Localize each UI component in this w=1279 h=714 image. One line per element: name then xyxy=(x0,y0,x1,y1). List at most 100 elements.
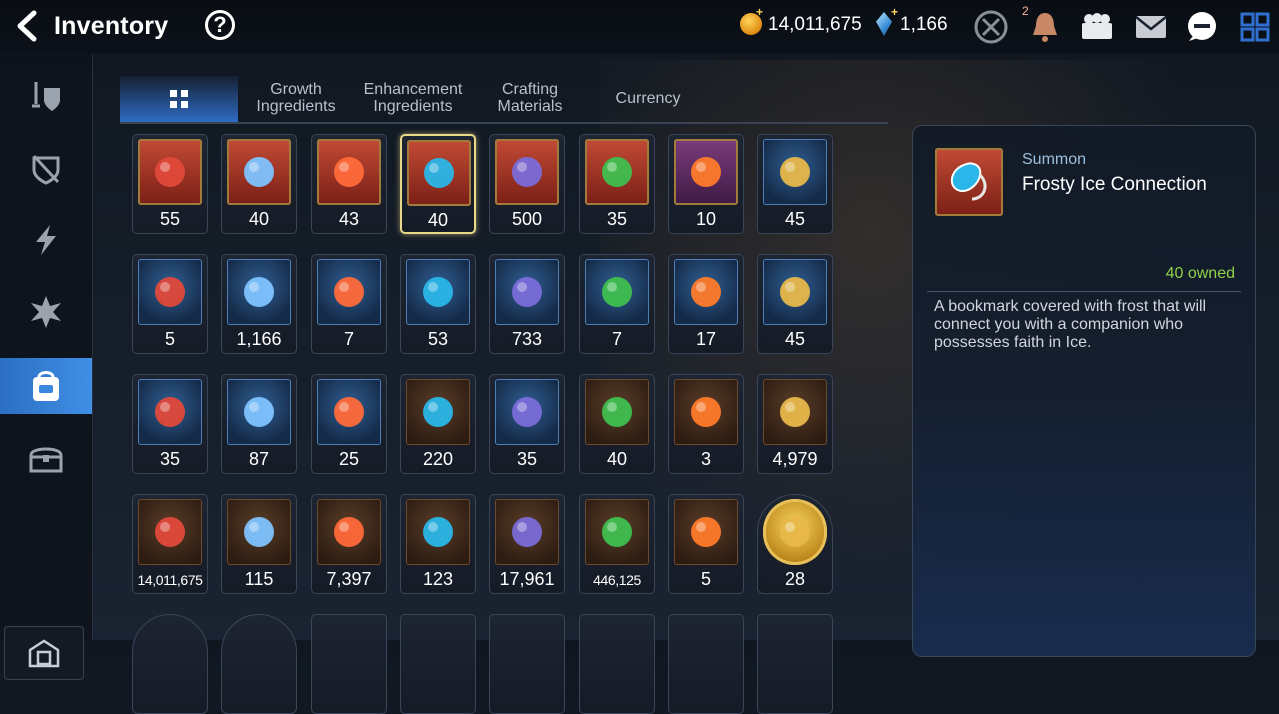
item-quantity: 14,011,675 xyxy=(137,572,203,588)
item-quantity: 220 xyxy=(422,449,454,469)
sidebar-item-equipment[interactable] xyxy=(0,68,92,124)
inventory-item[interactable]: 45 xyxy=(757,134,833,234)
sidebar-item-catalyst[interactable] xyxy=(0,212,92,268)
friends-icon[interactable] xyxy=(1078,8,1116,46)
inventory-item[interactable]: 35 xyxy=(579,134,655,234)
tab-currency[interactable]: Currency xyxy=(598,76,698,120)
inventory-item[interactable] xyxy=(579,614,655,714)
sidebar-item-rune[interactable] xyxy=(0,284,92,340)
item-quantity: 7,397 xyxy=(326,569,372,589)
item-quantity: 87 xyxy=(248,449,270,469)
inventory-item[interactable]: 17,961 xyxy=(489,494,565,594)
red-tulip-icon xyxy=(585,499,649,565)
lantern-icon xyxy=(763,139,827,205)
inventory-item[interactable]: 43 xyxy=(311,134,387,234)
inventory-item[interactable]: 5 xyxy=(668,494,744,594)
equipment-icon xyxy=(32,82,60,111)
inventory-item[interactable]: 1,166 xyxy=(221,254,297,354)
item-quantity: 17 xyxy=(695,329,717,349)
dark-ring-icon xyxy=(495,139,559,205)
inventory-item[interactable]: 35 xyxy=(489,374,565,474)
inventory-item[interactable]: 7,397 xyxy=(311,494,387,594)
item-quantity: 17,961 xyxy=(499,569,555,589)
inventory-item[interactable]: 115 xyxy=(221,494,297,594)
auto-battle-icon[interactable] xyxy=(972,8,1010,46)
back-arrow-icon[interactable] xyxy=(12,10,44,42)
inventory-item[interactable]: 53 xyxy=(400,254,476,354)
mail-icon[interactable] xyxy=(1132,8,1170,46)
purple-flame-icon xyxy=(138,259,202,325)
inventory-item[interactable]: 40 xyxy=(579,374,655,474)
inventory-item[interactable]: 17 xyxy=(668,254,744,354)
inventory-item[interactable]: 14,011,675 xyxy=(132,494,208,594)
inventory-item[interactable]: 40 xyxy=(221,134,297,234)
item-quantity: 1,166 xyxy=(236,329,282,349)
clover-icon xyxy=(674,499,738,565)
inventory-item[interactable]: 500 xyxy=(489,134,565,234)
inventory-item[interactable] xyxy=(132,614,208,714)
item-quantity: 4,979 xyxy=(772,449,818,469)
inventory-item[interactable]: 35 xyxy=(132,374,208,474)
inventory-item[interactable]: 40 xyxy=(400,134,476,234)
rune-icon xyxy=(31,296,61,328)
inventory-item[interactable]: 28 xyxy=(757,494,833,594)
item-quantity: 123 xyxy=(422,569,454,589)
tab-enhancement-ingredients[interactable]: Enhancement Ingredients xyxy=(358,76,468,120)
inventory-item[interactable]: 4,979 xyxy=(757,374,833,474)
ice-bookmark-icon xyxy=(935,148,1003,216)
item-description: A bookmark covered with frost that will … xyxy=(934,298,1207,351)
inventory-item[interactable]: 5 xyxy=(132,254,208,354)
menu-grid-icon[interactable] xyxy=(1236,8,1274,46)
inventory-item[interactable]: 446,125 xyxy=(579,494,655,594)
red-gem-icon xyxy=(138,139,202,205)
tab-all[interactable] xyxy=(120,76,238,122)
inventory-item[interactable]: 3 xyxy=(668,374,744,474)
item-quantity: 53 xyxy=(427,329,449,349)
add-crystal-icon[interactable]: + xyxy=(891,5,898,19)
item-quantity: 35 xyxy=(516,449,538,469)
inventory-item[interactable]: 87 xyxy=(221,374,297,474)
tab-growth-ingredients[interactable]: Growth Ingredients xyxy=(246,76,346,120)
item-quantity: 7 xyxy=(611,329,622,349)
gold-amount: 14,011,675 xyxy=(768,14,862,35)
fist-badge-icon xyxy=(317,499,381,565)
inventory-item[interactable]: 733 xyxy=(489,254,565,354)
item-quantity: 7 xyxy=(343,329,354,349)
tab-crafting-materials[interactable]: Crafting Materials xyxy=(482,76,578,120)
bell-icon[interactable] xyxy=(1026,8,1064,46)
inventory-item[interactable]: 55 xyxy=(132,134,208,234)
inventory-item[interactable] xyxy=(757,614,833,714)
fire-bookmark-icon xyxy=(763,259,827,325)
mascot-icon xyxy=(763,499,827,565)
artifact-icon xyxy=(32,154,60,185)
add-gold-icon[interactable]: + xyxy=(756,5,763,19)
crystal-icon xyxy=(876,12,892,36)
sidebar-item-bag[interactable] xyxy=(0,358,92,414)
inventory-item[interactable]: 220 xyxy=(400,374,476,474)
inventory-item[interactable] xyxy=(489,614,565,714)
inventory-item[interactable] xyxy=(400,614,476,714)
item-name: Frosty Ice Connection xyxy=(1022,174,1207,195)
inventory-item[interactable]: 123 xyxy=(400,494,476,594)
chat-icon[interactable] xyxy=(1183,8,1221,46)
crystal-icon xyxy=(227,259,291,325)
inventory-item[interactable]: 7 xyxy=(311,254,387,354)
storage-button[interactable] xyxy=(4,626,84,680)
book-icon xyxy=(317,259,381,325)
inventory-item[interactable] xyxy=(668,614,744,714)
help-button[interactable]: ? xyxy=(205,10,235,40)
item-quantity: 733 xyxy=(511,329,543,349)
inventory-item[interactable]: 45 xyxy=(757,254,833,354)
item-quantity: 55 xyxy=(159,209,181,229)
inventory-item[interactable] xyxy=(221,614,297,714)
inventory-item[interactable]: 25 xyxy=(311,374,387,474)
item-quantity: 5 xyxy=(700,569,711,589)
inventory-item[interactable]: 10 xyxy=(668,134,744,234)
inventory-item[interactable]: 7 xyxy=(579,254,655,354)
item-grid: 55 40 43 40 500 35 10 45 5 1,166 7 53 733 7 17 45 35 87 25… xyxy=(132,134,837,714)
item-quantity: 40 xyxy=(427,210,449,230)
inventory-item[interactable] xyxy=(311,614,387,714)
sidebar-item-chest[interactable] xyxy=(0,430,92,486)
sidebar-item-artifact[interactable] xyxy=(0,140,92,196)
star-bookmark-icon xyxy=(227,379,291,445)
